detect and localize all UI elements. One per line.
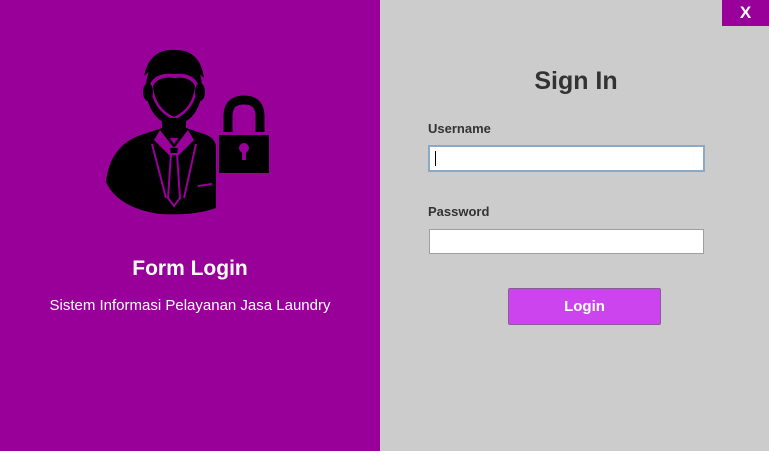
sign-in-panel: X Sign In Username Password Login — [380, 0, 769, 451]
app-subtitle: Sistem Informasi Pelayanan Jasa Laundry — [49, 297, 331, 314]
username-input[interactable] — [428, 145, 705, 172]
sign-in-title: Sign In — [534, 67, 618, 95]
password-input[interactable] — [429, 229, 704, 254]
login-button[interactable]: Login — [508, 288, 661, 325]
login-window: Form Login Sistem Informasi Pelayanan Ja… — [0, 0, 769, 451]
close-button[interactable]: X — [722, 0, 769, 26]
form-title: Form Login — [132, 257, 248, 280]
text-caret — [435, 151, 436, 166]
branding-panel: Form Login Sistem Informasi Pelayanan Ja… — [0, 0, 380, 451]
username-label: Username — [428, 121, 491, 136]
user-with-lock-icon — [106, 49, 272, 215]
password-label: Password — [428, 204, 490, 219]
